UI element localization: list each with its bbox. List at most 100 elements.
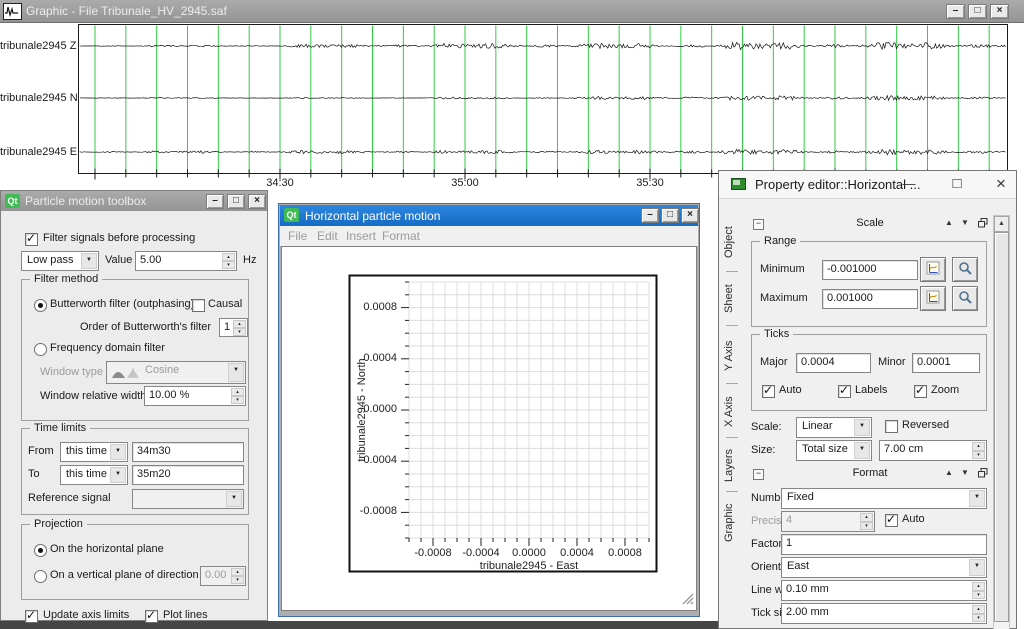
float-section-icon[interactable] [978, 218, 988, 231]
hpm-titlebar[interactable]: Qt Horizontal particle motion – □ × [280, 205, 698, 226]
minor-field[interactable]: 0.0001 [912, 353, 980, 373]
minimum-label: Minimum [760, 263, 805, 275]
tab-sheet[interactable]: Sheet [723, 279, 743, 319]
auto-precision-checkbox[interactable] [885, 514, 898, 527]
maximum-from-data-button[interactable] [920, 286, 946, 311]
direction-spinbox[interactable]: 0.00 ▴▾ [200, 566, 246, 586]
toolbox-title: Particle motion toolbox [25, 194, 146, 208]
toolbox-titlebar[interactable]: Qt Particle motion toolbox – □ × [1, 191, 267, 211]
hpm-close-button[interactable]: × [681, 208, 699, 223]
plot-lines-label: Plot lines [163, 609, 208, 621]
scale-section-header[interactable]: − Scale ▲ ▼ [749, 215, 991, 233]
dropdown-arrow-icon[interactable]: ▼ [81, 253, 97, 269]
property-editor-window: Property editor::Horizontal ... — □ × Ob… [718, 170, 1017, 629]
resize-grip[interactable] [680, 591, 694, 608]
plot-lines-checkbox[interactable] [145, 610, 158, 623]
property-editor-titlebar[interactable]: Property editor::Horizontal ... — □ × [719, 171, 1016, 199]
scrollbar[interactable]: ▲ [993, 215, 1010, 629]
section-up-icon[interactable]: ▲ [945, 218, 953, 227]
menu-format[interactable]: Format [382, 229, 420, 243]
property-editor-maximize-button[interactable]: □ [945, 175, 969, 192]
tick-size-spinbox[interactable]: 2.00 mm ▴▾ [781, 603, 987, 624]
labels-checkbox[interactable] [838, 385, 851, 398]
hpm-minimize-button[interactable]: – [641, 208, 659, 223]
tab-x-axis[interactable]: X Axis [723, 389, 743, 435]
filter-type-combo[interactable]: Low pass▼ [21, 251, 99, 271]
section-down-icon[interactable]: ▼ [961, 468, 969, 477]
menu-file[interactable]: File [288, 229, 307, 243]
menu-edit[interactable]: Edit [317, 229, 338, 243]
update-axis-limits-checkbox[interactable] [25, 610, 38, 623]
order-spinbox[interactable]: 1 ▴▾ [219, 318, 248, 337]
window-type-combo[interactable]: Cosine ▼ [106, 361, 246, 384]
qt-logo-icon: Qt [284, 208, 299, 222]
to-label: To [28, 468, 40, 480]
maximum-zoom-button[interactable] [952, 286, 978, 311]
major-field[interactable]: 0.0004 [796, 353, 871, 373]
order-label: Order of Butterworth's filter [80, 321, 211, 333]
desktop: Graphic - File Tribunale_HV_2945.saf – □… [0, 0, 1024, 629]
reference-signal-combo[interactable]: ▼ [132, 489, 244, 509]
qt-logo-icon: Qt [5, 194, 20, 208]
tab-separator [726, 383, 738, 384]
size-spinbox[interactable]: 7.00 cm ▴▾ [879, 440, 987, 461]
frequency-domain-radio[interactable] [34, 343, 47, 356]
toolbox-maximize-button[interactable]: □ [227, 194, 245, 209]
window-width-spinbox[interactable]: 10.00 % ▴▾ [144, 386, 246, 406]
y-tick-label: 0.0000 [342, 403, 397, 415]
spin-up-icon[interactable]: ▴ [222, 253, 235, 261]
minimum-field[interactable]: -0.001000 [822, 260, 918, 280]
toolbox-close-button[interactable]: × [248, 194, 266, 209]
horizontal-plane-radio[interactable] [34, 544, 47, 557]
minimum-from-data-button[interactable] [920, 257, 946, 282]
section-up-icon[interactable]: ▲ [945, 468, 953, 477]
tab-object[interactable]: Object [723, 219, 743, 265]
filter-value-spinbox[interactable]: 5.00 ▴▾ [135, 251, 237, 271]
property-editor-close-button[interactable]: × [989, 174, 1013, 194]
property-editor-minimize-button[interactable]: — [897, 176, 921, 191]
maximum-field[interactable]: 0.001000 [822, 289, 918, 309]
scrollbar-thumb[interactable] [994, 232, 1009, 622]
reversed-checkbox[interactable] [885, 420, 898, 433]
number-combo[interactable]: Fixed▼ [781, 488, 987, 509]
butterworth-radio[interactable] [34, 299, 47, 312]
orientation-combo[interactable]: East▼ [781, 557, 987, 578]
size-mode-combo[interactable]: Total size▼ [796, 440, 872, 461]
float-section-icon[interactable] [978, 468, 988, 481]
section-down-icon[interactable]: ▼ [961, 218, 969, 227]
vertical-plane-radio[interactable] [34, 570, 47, 583]
factor-field[interactable]: 1 [781, 534, 987, 555]
projection-legend: Projection [30, 518, 87, 530]
spin-down-icon[interactable]: ▾ [222, 261, 235, 269]
to-mode-combo[interactable]: this time▼ [60, 465, 128, 485]
tab-graphic[interactable]: Graphic [723, 497, 743, 549]
menu-insert[interactable]: Insert [346, 229, 376, 243]
from-time-field[interactable]: 34m30 [132, 442, 244, 462]
format-section-title: Format [749, 467, 991, 479]
to-time-field[interactable]: 35m20 [132, 465, 244, 485]
causal-checkbox[interactable] [192, 299, 205, 312]
filter-signals-checkbox[interactable] [25, 233, 38, 246]
tab-layers[interactable]: Layers [723, 443, 743, 487]
hpm-maximize-button[interactable]: □ [661, 208, 679, 223]
scroll-up-icon[interactable]: ▲ [994, 216, 1009, 232]
scale-combo[interactable]: Linear▼ [796, 417, 872, 438]
auto-ticks-checkbox[interactable] [762, 385, 775, 398]
size-row-label: Size: [751, 444, 775, 456]
minimum-zoom-button[interactable] [952, 257, 978, 282]
hpm-plot-area[interactable]: 0.00080.00040.0000-0.0004-0.0008-0.0008-… [281, 246, 697, 611]
labels-label: Labels [855, 384, 887, 396]
zoom-checkbox[interactable] [914, 385, 927, 398]
precision-spinbox[interactable]: 4 ▴▾ [781, 511, 875, 532]
projection-group: Projection On the horizontal plane On a … [21, 524, 249, 600]
filter-signals-label: Filter signals before processing [43, 232, 195, 244]
causal-label: Causal [208, 298, 242, 310]
format-section-header[interactable]: − Format ▲ ▼ [749, 465, 991, 483]
toolbox-minimize-button[interactable]: – [206, 194, 224, 209]
value-label: Value [105, 254, 132, 266]
from-mode-combo[interactable]: this time▼ [60, 442, 128, 462]
property-editor-icon [731, 178, 746, 193]
auto-precision-label: Auto [902, 513, 925, 525]
tab-y-axis[interactable]: Y Axis [723, 333, 743, 379]
line-weight-spinbox[interactable]: 0.10 mm ▴▾ [781, 580, 987, 601]
